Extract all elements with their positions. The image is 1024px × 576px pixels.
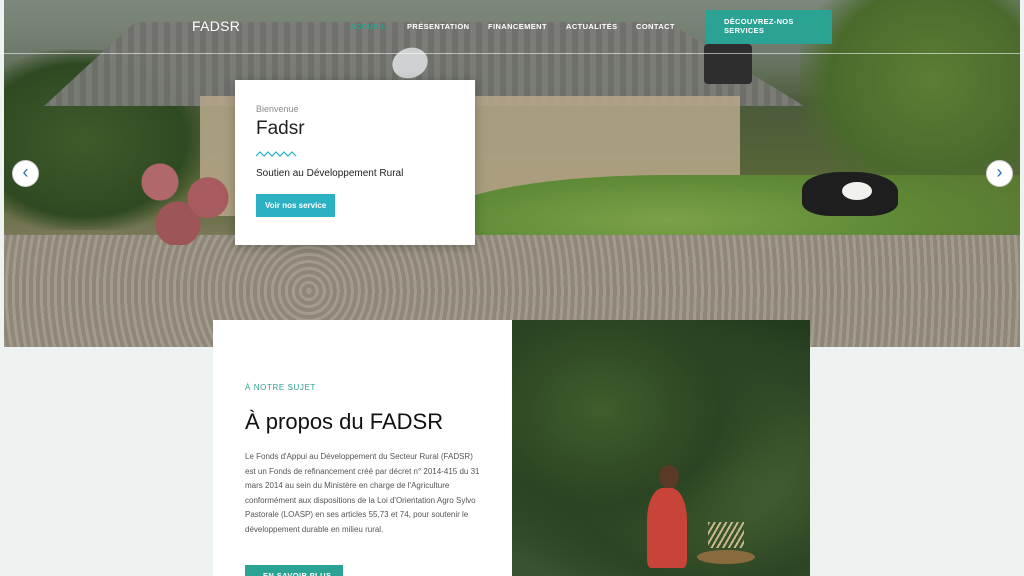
photo-woman-body bbox=[647, 488, 687, 568]
about-eyebrow: À NOTRE SUJET bbox=[245, 383, 316, 392]
hero-bg-sacks bbox=[124, 140, 244, 245]
hero-title: Fadsr bbox=[256, 118, 305, 139]
hero-bg-cow bbox=[802, 172, 898, 216]
about-title: À propos du FADSR bbox=[245, 409, 444, 434]
nav-item-contact[interactable]: CONTACT bbox=[636, 22, 675, 31]
view-services-button[interactable]: Voir nos service bbox=[256, 194, 336, 217]
photo-woman-head bbox=[659, 465, 679, 489]
discover-services-button[interactable]: DÉCOUVREZ-NOS SERVICES bbox=[706, 10, 832, 44]
about-photo bbox=[512, 320, 810, 576]
brand-logo[interactable]: FADSR bbox=[192, 18, 240, 34]
photo-falling-grain bbox=[708, 522, 744, 548]
nav-item-accueil[interactable]: ACCUEIL bbox=[350, 22, 386, 31]
nav-item-presentation[interactable]: PRÉSENTATION bbox=[407, 22, 469, 31]
nav-item-financement[interactable]: FINANCEMENT bbox=[488, 22, 547, 31]
slider-prev-button[interactable]: ‹ bbox=[12, 160, 39, 187]
hero-eyebrow: Bienvenue bbox=[256, 104, 299, 114]
wave-divider-icon bbox=[256, 151, 296, 157]
hero-subtitle: Soutien au Développement Rural bbox=[256, 168, 404, 179]
nav-item-actualites[interactable]: ACTUALITÉS bbox=[566, 22, 618, 31]
about-body: Le Fonds d'Appui au Développement du Sec… bbox=[245, 452, 480, 534]
discover-services-label-line1: DÉCOUVREZ-NOS bbox=[724, 17, 794, 26]
hero-card: Bienvenue Fadsr Soutien au Développement… bbox=[235, 80, 475, 245]
slider-next-button[interactable]: › bbox=[986, 160, 1013, 187]
chevron-left-icon: ‹ bbox=[22, 162, 29, 182]
about-section: À NOTRE SUJET À propos du FADSR Le Fonds… bbox=[213, 320, 512, 576]
top-navigation: FADSR ACCUEIL PRÉSENTATION FINANCEMENT A… bbox=[0, 0, 1024, 54]
learn-more-button[interactable]: EN SAVOIR PLUS bbox=[245, 565, 343, 576]
discover-services-label-line2: SERVICES bbox=[724, 26, 765, 35]
chevron-right-icon: › bbox=[996, 162, 1003, 182]
photo-winnowing-basket bbox=[697, 550, 755, 564]
